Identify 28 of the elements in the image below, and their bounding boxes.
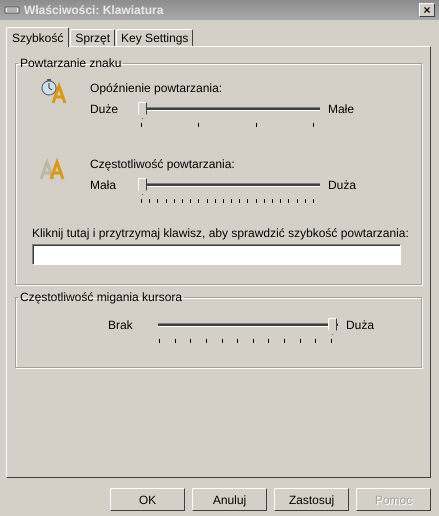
slider-max-label: Duża xyxy=(328,178,356,192)
slider-min-label: Brak xyxy=(108,318,134,332)
window-title: Właściwości: Klawiatura xyxy=(24,3,164,17)
slider-max-label: Małe xyxy=(328,102,354,116)
group-title: Częstotliwość migania kursora xyxy=(19,290,184,304)
slider-label: Częstotliwość powtarzania: xyxy=(90,157,236,171)
stopwatch-letter-icon xyxy=(40,78,68,104)
slider-thumb[interactable] xyxy=(138,102,147,119)
slider[interactable] xyxy=(156,318,338,346)
slider-label: Opóźnienie powtarzania: xyxy=(90,81,224,95)
slider-thumb[interactable] xyxy=(328,318,337,335)
close-button[interactable]: × xyxy=(419,3,435,17)
tab[interactable]: Key Settings xyxy=(116,29,194,46)
dialog-button[interactable]: OK xyxy=(110,488,185,511)
keyboard-icon xyxy=(4,6,20,14)
slider[interactable] xyxy=(138,102,320,130)
test-input-field[interactable] xyxy=(32,244,401,265)
tab[interactable]: Szybkość xyxy=(6,27,70,47)
tab[interactable]: Sprzęt xyxy=(70,29,116,46)
group-title: Powtarzanie znaku xyxy=(19,56,122,70)
slider-min-label: Duże xyxy=(90,102,120,116)
slider[interactable] xyxy=(138,178,320,206)
dialog-button[interactable]: Zastosuj xyxy=(274,488,349,511)
slider-min-label: Mała xyxy=(90,178,118,192)
dialog-button[interactable]: Anuluj xyxy=(192,488,267,511)
test-label: Kliknij tutaj i przytrzymaj klawisz, aby sprawdzić szybkość powtarzania: xyxy=(32,226,410,240)
slider-max-label: Duża xyxy=(346,318,374,332)
slider-thumb[interactable] xyxy=(138,178,147,195)
